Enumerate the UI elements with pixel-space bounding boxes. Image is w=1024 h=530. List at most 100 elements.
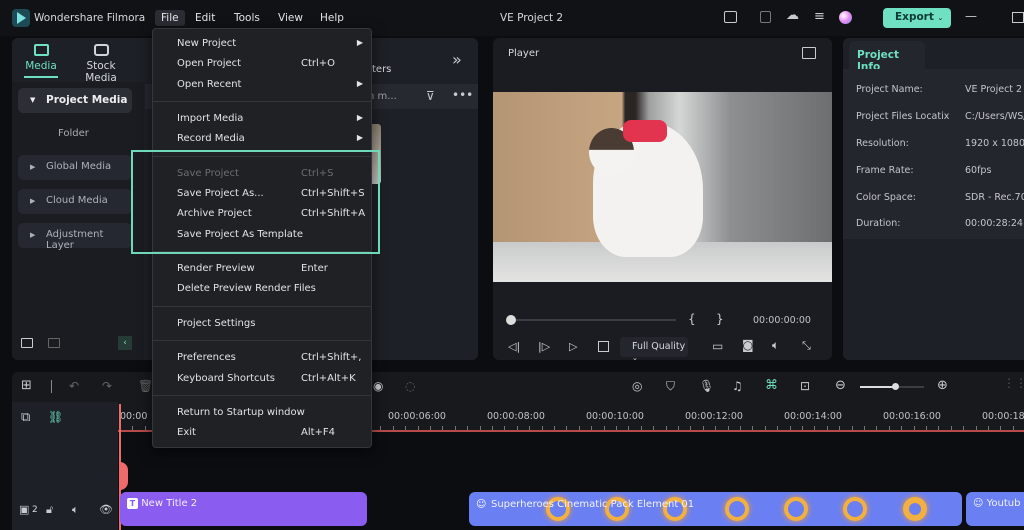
visibility-icon[interactable]: 👁︎ [99, 503, 113, 516]
ruler-tick [851, 426, 853, 430]
chevron-down-icon: ⌄ [632, 354, 638, 362]
speed-icon[interactable]: ◌ [405, 379, 415, 393]
sidebar-item-cloud-media[interactable]: ▶ Cloud Media [18, 189, 132, 214]
microphone-icon[interactable]: 🎙︎ [699, 379, 714, 393]
ruler-tick [888, 426, 890, 430]
redo-icon[interactable]: ↷ [102, 379, 112, 393]
stop-icon[interactable] [598, 341, 609, 352]
avatar[interactable] [839, 11, 852, 24]
tab-project-info[interactable]: Project Info [849, 41, 925, 73]
clip-new-title-2[interactable]: T New Title 2 [120, 492, 367, 526]
export-button[interactable]: Export ⌄ [883, 8, 951, 28]
tab-media[interactable]: Media [24, 44, 58, 78]
search-input[interactable]: n m... [368, 91, 397, 102]
playhead-marker[interactable] [119, 462, 128, 490]
audio-stretch-icon[interactable]: ◉ [373, 379, 383, 393]
more-tabs-icon[interactable]: » [452, 50, 462, 69]
cloud-upload-icon[interactable]: ☁ [786, 8, 799, 23]
auto-ripple-icon[interactable]: ⌘ [765, 378, 778, 393]
ruler-tick [640, 426, 642, 430]
menu-help[interactable]: Help [314, 10, 350, 26]
new-folder-icon[interactable] [21, 338, 33, 348]
collapse-sidebar-button[interactable]: ‹ [118, 336, 132, 350]
menu-edit[interactable]: Edit [189, 10, 221, 26]
highlight-box [131, 150, 380, 254]
menu-item-new-project[interactable]: New Project ▶ [177, 38, 367, 49]
menu-item-shortcut: Alt+F4 [301, 427, 336, 438]
snapshot-icon[interactable]: ◙ [742, 338, 754, 352]
more-options-icon[interactable]: ••• [452, 88, 473, 102]
menu-item-project-settings[interactable]: Project Settings [177, 318, 367, 329]
sidebar-item-project-media[interactable]: ▼ Project Media [18, 88, 132, 113]
menu-item-exit[interactable]: Exit Alt+F4 [177, 427, 367, 438]
tab-stock-media[interactable]: Stock Media [70, 44, 132, 84]
info-value: 60fps [965, 165, 992, 176]
menu-item-label: Keyboard Shortcuts [177, 373, 275, 384]
ruler-tick [516, 426, 518, 430]
menu-icon[interactable]: ≡ [814, 9, 825, 24]
delete-icon[interactable]: 🗑︎ [138, 379, 153, 393]
play-icon[interactable]: ▷ [569, 340, 577, 353]
mark-out-icon[interactable]: } [716, 312, 724, 326]
fit-timeline-icon[interactable]: ⊡ [800, 379, 810, 393]
minimize-icon[interactable]: — [965, 9, 977, 23]
mute-icon[interactable]: 🔈︎ [72, 503, 79, 517]
render-icon[interactable]: ◎ [632, 379, 642, 393]
filter-icon[interactable]: ⊽ [426, 89, 435, 103]
audio-list-icon[interactable]: ♫ [732, 379, 743, 393]
undo-icon[interactable]: ↶ [69, 379, 79, 393]
menu-item-preferences[interactable]: Preferences Ctrl+Shift+, [177, 352, 367, 363]
volume-icon[interactable]: 🔈︎ [772, 338, 779, 353]
media-sidebar [12, 82, 144, 360]
ruler-tick [392, 426, 394, 430]
ruler-tick [578, 426, 580, 430]
ruler-tick [988, 426, 989, 430]
previous-frame-icon[interactable]: ◁| [508, 340, 520, 353]
info-value: 1920 x 1080 [965, 138, 1024, 149]
sidebar-item-folder[interactable]: Folder [58, 128, 89, 139]
ruler-tick [839, 426, 841, 430]
menu-item-delete-preview-render-files[interactable]: Delete Preview Render Files [177, 283, 367, 294]
quality-dropdown[interactable]: Full Quality ⌄ [620, 337, 688, 362]
menu-item-open-recent[interactable]: Open Recent ▶ [177, 79, 367, 90]
menu-item-label: Import Media [177, 113, 244, 124]
scrubber-handle[interactable] [506, 315, 516, 325]
scopes-icon[interactable] [802, 47, 816, 59]
fullscreen-icon[interactable]: ⤡ [802, 339, 811, 353]
ruler-tick [802, 426, 803, 430]
layout-grid-icon[interactable]: ⊞ [21, 378, 32, 393]
mark-in-icon[interactable]: { [688, 312, 696, 326]
playback-scrubber[interactable] [508, 319, 676, 321]
link-icon[interactable]: ⛓︎ [48, 410, 63, 424]
zoom-out-icon[interactable]: ⊖ [835, 378, 846, 393]
player-timecode: 00:00:00:00 [753, 315, 811, 326]
clip-youtube[interactable]: ☺ Youtub [966, 492, 1024, 526]
ruler-tick [653, 426, 655, 430]
sidebar-item-global-media[interactable]: ▶ Global Media [18, 155, 132, 180]
sidebar-item-adjustment-layer[interactable]: ▶ Adjustment Layer [18, 223, 132, 251]
menu-item-open-project[interactable]: Open Project Ctrl+O [177, 58, 367, 69]
info-row-duration: Duration: 00:00:28:24 [856, 218, 1023, 229]
tab-stickers-partial[interactable]: ters [372, 64, 391, 75]
ruler-tick [715, 426, 717, 430]
next-frame-icon[interactable]: |▷ [538, 340, 550, 353]
menu-item-return-to-startup[interactable]: Return to Startup window [177, 407, 367, 418]
display-icon[interactable]: ▭ [712, 339, 723, 353]
drag-handle-icon[interactable]: ⋮⋮ [1003, 376, 1024, 390]
lock-icon[interactable]: 🔓︎ [46, 503, 53, 517]
layout-icon[interactable] [724, 11, 737, 23]
menu-item-record-media[interactable]: Record Media ▶ [177, 133, 367, 144]
save-icon[interactable] [760, 11, 771, 23]
menu-tools[interactable]: Tools [228, 10, 266, 26]
menu-view[interactable]: View [272, 10, 309, 26]
marker-icon[interactable]: ⛉ [666, 379, 675, 394]
maximize-icon[interactable] [1012, 12, 1024, 23]
menu-item-keyboard-shortcuts[interactable]: Keyboard Shortcuts Ctrl+Alt+K [177, 373, 367, 384]
menu-item-import-media[interactable]: Import Media ▶ [177, 113, 367, 124]
zoom-in-icon[interactable]: ⊕ [937, 378, 948, 393]
add-track-icon[interactable]: ⧉ [21, 410, 30, 425]
menu-file[interactable]: File [155, 10, 185, 26]
menu-item-render-preview[interactable]: Render Preview Enter [177, 263, 367, 274]
ruler-tick [144, 426, 146, 430]
delete-folder-icon[interactable] [48, 338, 60, 348]
